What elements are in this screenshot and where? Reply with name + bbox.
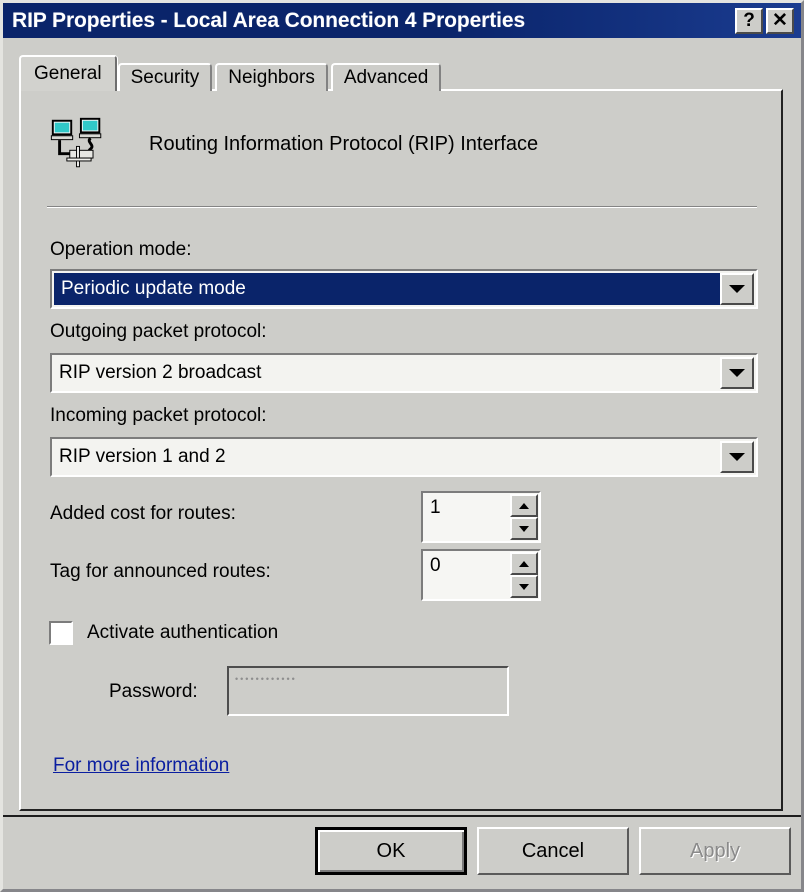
window-title: RIP Properties - Local Area Connection 4… <box>12 8 526 32</box>
operation-mode-value: Periodic update mode <box>54 273 720 305</box>
incoming-protocol-combobox[interactable]: RIP version 1 and 2 <box>50 437 758 477</box>
header-separator <box>47 206 757 208</box>
tab-general[interactable]: General <box>19 55 117 91</box>
chevron-down-icon[interactable] <box>720 273 754 305</box>
added-cost-value[interactable]: 1 <box>423 493 510 541</box>
outgoing-protocol-combobox[interactable]: RIP version 2 broadcast <box>50 353 758 393</box>
rip-properties-dialog: RIP Properties - Local Area Connection 4… <box>0 0 804 892</box>
network-computers-icon <box>50 117 102 168</box>
incoming-protocol-value: RIP version 1 and 2 <box>59 446 226 467</box>
password-label: Password: <box>109 681 198 702</box>
cancel-button[interactable]: Cancel <box>477 827 629 875</box>
activate-authentication-label: Activate authentication <box>87 622 279 643</box>
apply-button: Apply <box>639 827 791 875</box>
close-icon[interactable]: ✕ <box>766 7 794 34</box>
tab-strip: General Security Neighbors Advanced <box>19 55 444 91</box>
operation-mode-label: Operation mode: <box>50 239 192 260</box>
added-cost-stepper[interactable]: 1 <box>421 491 541 543</box>
activate-authentication-checkbox[interactable] <box>49 621 73 645</box>
added-cost-spin-buttons <box>510 494 538 540</box>
route-tag-value[interactable]: 0 <box>423 551 510 599</box>
chevron-down-icon[interactable] <box>720 357 754 389</box>
chevron-down-icon[interactable] <box>720 441 754 473</box>
incoming-protocol-label: Incoming packet protocol: <box>50 405 267 426</box>
help-icon[interactable]: ? <box>735 7 763 34</box>
panel-header-caption: Routing Information Protocol (RIP) Inter… <box>149 132 539 155</box>
ok-button[interactable]: OK <box>315 827 467 875</box>
title-bar[interactable]: RIP Properties - Local Area Connection 4… <box>3 3 801 38</box>
added-cost-label: Added cost for routes: <box>50 503 236 524</box>
route-tag-spin-buttons <box>510 552 538 598</box>
arrow-down-icon[interactable] <box>510 575 538 598</box>
tab-advanced[interactable]: Advanced <box>330 63 442 91</box>
arrow-up-icon[interactable] <box>510 552 538 575</box>
outgoing-protocol-value: RIP version 2 broadcast <box>59 362 262 383</box>
tab-neighbors[interactable]: Neighbors <box>215 63 328 91</box>
operation-mode-combobox[interactable]: Periodic update mode <box>50 269 758 309</box>
tab-security[interactable]: Security <box>117 63 213 91</box>
arrow-up-icon[interactable] <box>510 494 538 517</box>
title-bar-buttons: ? ✕ <box>735 7 794 34</box>
password-masked-value: •••••••••••• <box>235 674 297 684</box>
activate-authentication-row[interactable]: Activate authentication <box>49 621 278 645</box>
more-information-link[interactable]: For more information <box>53 755 229 777</box>
route-tag-stepper[interactable]: 0 <box>421 549 541 601</box>
panel-header: Routing Information Protocol (RIP) Inter… <box>47 113 538 175</box>
arrow-down-icon[interactable] <box>510 517 538 540</box>
outgoing-protocol-label: Outgoing packet protocol: <box>50 321 267 342</box>
password-field: •••••••••••• <box>227 666 509 716</box>
footer-separator <box>3 815 801 817</box>
route-tag-label: Tag for announced routes: <box>50 561 271 582</box>
